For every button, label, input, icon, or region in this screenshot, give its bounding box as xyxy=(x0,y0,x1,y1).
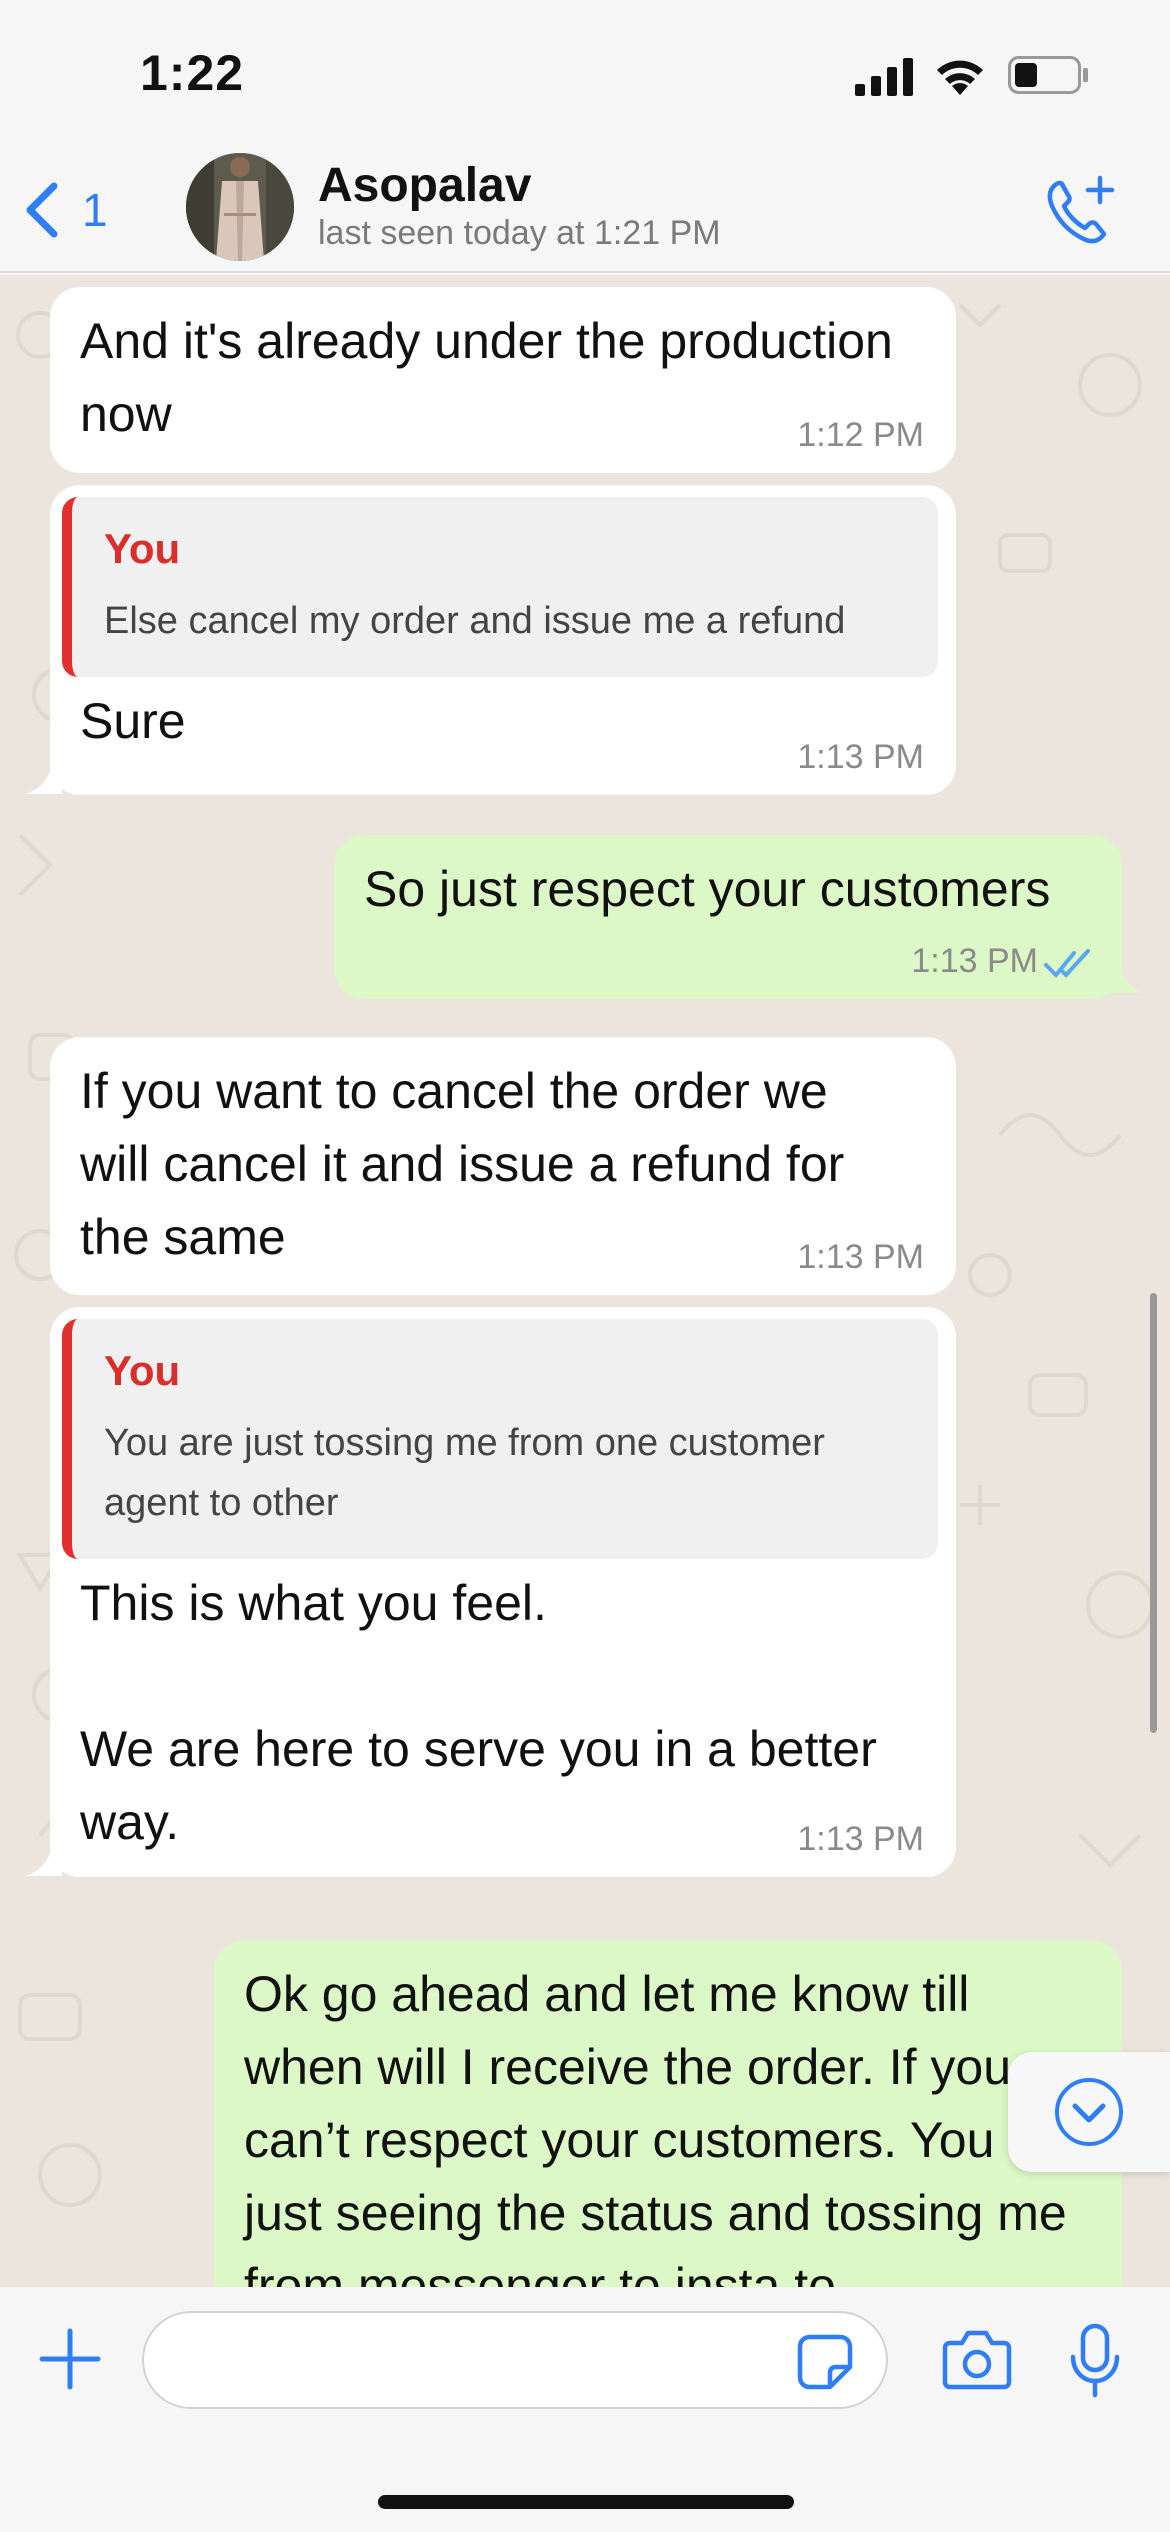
quote-author: You xyxy=(104,1347,181,1394)
read-receipt-icon xyxy=(1044,949,1090,978)
message-composer xyxy=(0,2287,1170,2532)
contact-avatar[interactable] xyxy=(186,153,294,261)
message-text: So just respect your customers xyxy=(364,861,1051,917)
contact-name[interactable]: Asopalav xyxy=(318,158,531,213)
bubble-tail xyxy=(1108,957,1144,993)
plus-icon[interactable] xyxy=(38,2327,102,2391)
message-time: 1:12 PM xyxy=(797,416,924,454)
message-input[interactable] xyxy=(142,2311,888,2409)
chevron-down-circle-icon xyxy=(1055,2078,1123,2146)
quoted-message[interactable]: You You are just tossing me from one cus… xyxy=(62,1319,938,1559)
chat-area[interactable]: And it's already under the production no… xyxy=(0,275,1170,2287)
bubble-tail xyxy=(26,758,62,794)
message-time: 1:13 PM xyxy=(797,738,924,776)
status-time: 1:22 xyxy=(140,45,245,101)
message-text: This is what you feel. We are here to se… xyxy=(80,1575,877,1850)
quote-author: You xyxy=(104,525,181,572)
message-time: 1:13 PM xyxy=(911,942,1038,980)
back-button[interactable]: 1 xyxy=(22,180,122,240)
message-outgoing[interactable]: Ok go ahead and let me know till when wi… xyxy=(214,1940,1122,2287)
message-incoming-reply[interactable]: You Else cancel my order and issue me a … xyxy=(50,485,956,795)
quote-text: You are just tossing me from one custome… xyxy=(104,1422,825,1524)
contact-last-seen: last seen today at 1:21 PM xyxy=(318,214,721,252)
bubble-tail xyxy=(26,1840,62,1876)
signal-icon xyxy=(855,58,913,96)
scroll-to-bottom-button[interactable] xyxy=(1008,2052,1170,2172)
scrollbar[interactable] xyxy=(1150,1293,1157,1733)
message-incoming[interactable]: If you want to cancel the order we will … xyxy=(50,1037,956,1295)
sticker-icon[interactable] xyxy=(796,2333,854,2391)
quote-text: Else cancel my order and issue me a refu… xyxy=(104,600,846,642)
unread-count: 1 xyxy=(82,184,108,236)
quoted-message[interactable]: You Else cancel my order and issue me a … xyxy=(62,497,938,677)
message-incoming[interactable]: And it's already under the production no… xyxy=(50,287,956,473)
message-outgoing[interactable]: So just respect your customers 1:13 PM xyxy=(334,835,1122,999)
wifi-icon xyxy=(937,60,983,95)
battery-icon xyxy=(1008,56,1088,94)
chat-header: 1 Asopalav last seen today at 1:21 PM xyxy=(0,140,1170,273)
message-incoming-reply[interactable]: You You are just tossing me from one cus… xyxy=(50,1307,956,1877)
camera-icon[interactable] xyxy=(942,2329,1012,2391)
message-time: 1:13 PM xyxy=(797,1238,924,1276)
phone-plus-icon[interactable] xyxy=(1040,172,1120,248)
home-indicator[interactable] xyxy=(378,2495,794,2509)
chevron-left-icon xyxy=(26,182,58,238)
avatar-image xyxy=(186,153,294,261)
message-text: Ok go ahead and let me know till when wi… xyxy=(244,1966,1081,2287)
microphone-icon[interactable] xyxy=(1068,2323,1122,2399)
message-time: 1:13 PM xyxy=(797,1820,924,1858)
status-bar: 1:22 xyxy=(0,0,1170,140)
